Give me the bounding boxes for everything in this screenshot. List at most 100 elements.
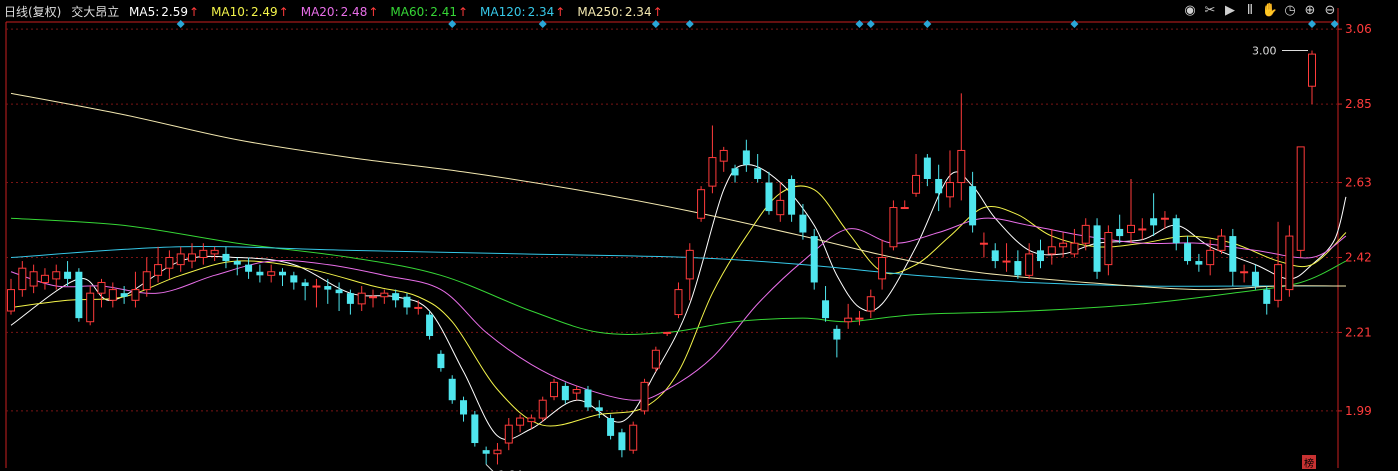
candle-body-down [969, 186, 977, 226]
candle-body-down [810, 236, 818, 283]
candle-body-up [40, 274, 49, 283]
candle-body-down [1172, 218, 1180, 244]
candle-body-down [923, 157, 931, 179]
candle-body-up [1047, 246, 1056, 255]
candle-body-up [188, 253, 197, 262]
candle-body-down [437, 353, 445, 369]
candle-body-down [75, 271, 83, 319]
candle-body-up [1274, 264, 1283, 301]
candle-body-up [844, 317, 853, 323]
candle-body-up [900, 207, 909, 210]
y-tick-label: 2.63 [1345, 176, 1372, 190]
y-tick-label: 1.99 [1345, 404, 1372, 418]
candle-body-up [493, 449, 502, 455]
candle-body-down [822, 300, 830, 319]
candle-body-down [346, 293, 354, 304]
candle-body-up [1002, 260, 1011, 263]
candle-body-up [1217, 235, 1226, 251]
candle-body-up [97, 281, 106, 294]
candle-body-up [651, 349, 660, 369]
candle-body-down [482, 450, 490, 454]
candle-body-down [765, 182, 773, 212]
y-tick-label: 2.42 [1345, 250, 1372, 264]
candle-body-up [199, 249, 208, 258]
candle-body-down [561, 385, 569, 401]
candle-body-down [426, 314, 434, 336]
candle-body-up [629, 424, 638, 451]
candle-body-down [120, 293, 128, 297]
candle-body-up [1206, 249, 1215, 266]
candle-body-up [165, 256, 174, 269]
candle-body-up [1240, 271, 1249, 274]
candle-body-down [324, 286, 332, 290]
candle-body-down [799, 214, 807, 233]
low-pointer [485, 464, 494, 471]
candle-body-up [957, 149, 966, 184]
candle-body-down [754, 168, 762, 179]
event-marker [538, 20, 547, 28]
ma-line-ma250 [10, 92, 1346, 291]
candle-body-up [29, 271, 38, 287]
candle-body-down [233, 261, 241, 265]
candle-body-up [697, 189, 706, 219]
candle-body-up [889, 207, 898, 248]
candle-body-down [256, 271, 264, 276]
candle-body-down [1263, 289, 1271, 304]
candle-body-up [550, 381, 559, 398]
candle-body-up [1081, 224, 1090, 244]
candle-body-down [64, 271, 72, 279]
candle-body-down [1150, 218, 1158, 226]
candle-body-up [1308, 53, 1316, 87]
candle-body-up [685, 249, 694, 280]
event-marker [923, 20, 932, 28]
high-annotation: 3.00 [1252, 45, 1277, 58]
candle-body-up [380, 292, 389, 298]
candle-body-down [1093, 225, 1101, 272]
ranking-button[interactable]: 榜 [1302, 455, 1316, 470]
candle-body-down [1195, 261, 1203, 265]
candle-body-up [538, 399, 547, 419]
candle-body-up [855, 317, 864, 320]
y-tick-label: 2.85 [1345, 97, 1372, 111]
candle-body-down [607, 418, 615, 436]
candle-body-down [788, 178, 796, 215]
candle-body-up [708, 157, 717, 187]
candle-body-down [595, 407, 603, 411]
candle-body-down [1116, 228, 1124, 237]
event-marker [1308, 20, 1316, 28]
candle-body-down [1184, 243, 1192, 262]
candle-body-down [460, 400, 468, 415]
candle-body-up [369, 296, 378, 299]
candle-body-up [504, 424, 513, 444]
event-marker [176, 20, 185, 28]
candlestick-chart[interactable]: 3.062.852.632.422.211.993.001.84 [0, 0, 1398, 471]
candle-body-down [1014, 261, 1022, 276]
candle-body-down [584, 389, 592, 408]
candle-body-up [210, 249, 219, 255]
candle-body-down [245, 264, 253, 272]
event-marker [685, 20, 694, 28]
candle-body-up [357, 292, 366, 305]
candle-body-up [52, 271, 61, 280]
candle-body-up [267, 271, 276, 276]
candle-body-up [776, 199, 785, 216]
candle-body-up [663, 331, 672, 334]
candle-body-down [335, 289, 343, 294]
y-tick-label: 3.06 [1345, 22, 1372, 36]
candle-body-up [1296, 146, 1305, 251]
candle-body-up [18, 267, 27, 291]
candle-body-up [527, 417, 536, 423]
candle-body-up [131, 289, 140, 301]
candle-body-up [1126, 224, 1135, 234]
event-marker [448, 20, 457, 28]
event-marker [1070, 20, 1079, 28]
candle-body-up [572, 389, 581, 394]
candle-body-up [86, 292, 95, 323]
candle-body-up [1104, 232, 1113, 266]
candle-body-down [935, 178, 943, 194]
candle-body-up [154, 264, 163, 276]
candle-body-up [912, 174, 921, 194]
candle-body-up [1070, 242, 1079, 255]
candle-body-down [279, 271, 287, 276]
event-marker [855, 20, 864, 28]
